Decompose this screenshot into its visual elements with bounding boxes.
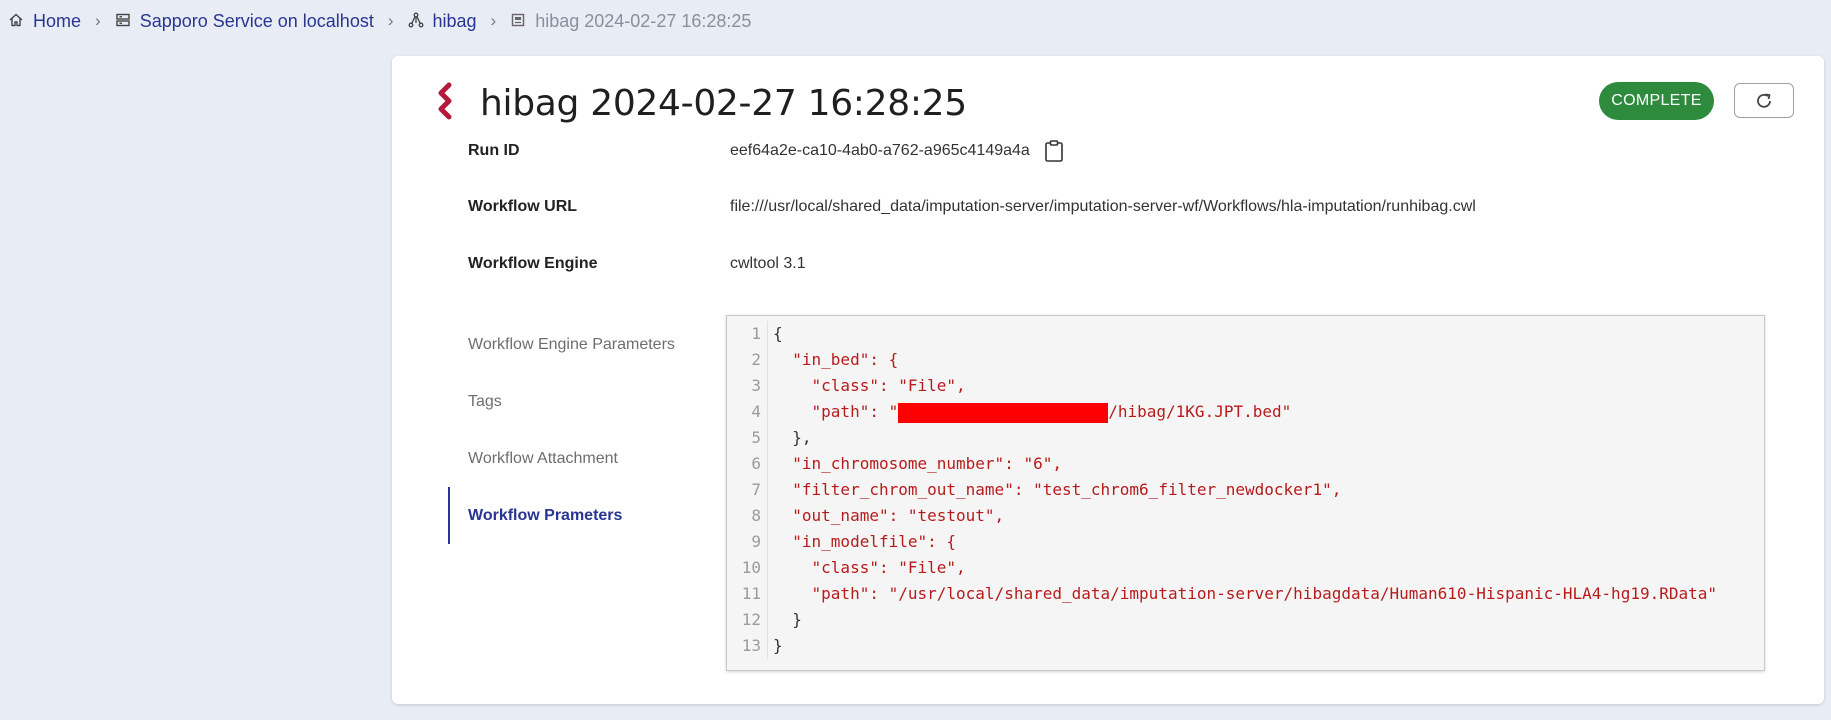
tab-tags[interactable]: Tags — [448, 373, 698, 430]
code-line: 12 } — [727, 607, 1764, 633]
breadcrumb: Home › Sapporo Service on localhost › hi… — [8, 10, 751, 32]
run-icon — [510, 12, 528, 30]
code-text: /hibag/1KG.JPT.bed" — [1108, 402, 1292, 421]
breadcrumb-home[interactable]: Home — [8, 11, 81, 32]
line-number: 3 — [727, 373, 768, 399]
line-number: 2 — [727, 347, 768, 373]
code-line: 7 "filter_chrom_out_name": "test_chrom6_… — [727, 477, 1764, 503]
line-number: 1 — [727, 321, 768, 347]
code-line: 5 }, — [727, 425, 1764, 451]
code-line: 9 "in_modelfile": { — [727, 529, 1764, 555]
code-line: 6 "in_chromosome_number": "6", — [727, 451, 1764, 477]
code-text: "class": "File", — [773, 558, 966, 577]
page-title: hibag 2024-02-27 16:28:25 — [480, 82, 967, 124]
parameter-tabs: Workflow Engine Parameters Tags Workflow… — [448, 316, 698, 544]
code-text: "class": "File", — [773, 376, 966, 395]
code-line: 3 "class": "File", — [727, 373, 1764, 399]
line-number: 7 — [727, 477, 768, 503]
breadcrumb-service[interactable]: Sapporo Service on localhost — [115, 11, 374, 32]
code-text: "out_name": "testout", — [773, 506, 1005, 525]
code-text: "path": " — [773, 402, 899, 421]
line-number: 13 — [727, 633, 768, 659]
refresh-button[interactable] — [1734, 83, 1794, 118]
code-text: "filter_chrom_out_name": "test_chrom6_fi… — [773, 480, 1342, 499]
run-id-row: Run ID eef64a2e-ca10-4ab0-a762-a965c4149… — [468, 138, 1065, 164]
workflow-engine-row: Workflow Engine cwltool 3.1 — [468, 251, 806, 277]
breadcrumb-run-label: hibag 2024-02-27 16:28:25 — [535, 10, 752, 31]
breadcrumb-separator: › — [95, 11, 101, 30]
run-id-label: Run ID — [468, 142, 520, 159]
tab-workflow-parameters[interactable]: Workflow Prameters — [448, 487, 698, 544]
workflow-parameters-code-viewer[interactable]: 1{ 2 "in_bed": { 3 "class": "File", 4 "p… — [726, 315, 1765, 671]
line-number: 4 — [727, 399, 768, 425]
code-text: } — [773, 636, 783, 655]
workflow-engine-value: cwltool 3.1 — [730, 255, 806, 272]
title-row: hibag 2024-02-27 16:28:25 — [432, 78, 967, 128]
run-id-value: eef64a2e-ca10-4ab0-a762-a965c4149a4a — [730, 142, 1030, 159]
redaction-block — [898, 402, 1109, 423]
line-number: 8 — [727, 503, 768, 529]
code-line: 2 "in_bed": { — [727, 347, 1764, 373]
run-detail-card: hibag 2024-02-27 16:28:25 COMPLETE Run I… — [392, 56, 1824, 704]
breadcrumb-separator: › — [490, 11, 497, 30]
workflow-engine-label: Workflow Engine — [468, 255, 598, 272]
code-line: 4 "path": " /hibag/1KG.JPT.bed" — [727, 399, 1764, 425]
tab-workflow-attachment[interactable]: Workflow Attachment — [448, 430, 698, 487]
line-number: 10 — [727, 555, 768, 581]
breadcrumb-service-label: Sapporo Service on localhost — [139, 10, 374, 31]
code-text: "in_modelfile": { — [773, 532, 957, 551]
code-text: "in_chromosome_number": "6", — [773, 454, 1062, 473]
breadcrumb-run: hibag 2024-02-27 16:28:25 — [510, 11, 751, 32]
workflow-icon — [408, 12, 426, 30]
code-line: 11 "path": "/usr/local/shared_data/imput… — [727, 581, 1764, 607]
tab-workflow-engine-parameters[interactable]: Workflow Engine Parameters — [448, 316, 698, 373]
status-badge: COMPLETE — [1599, 82, 1714, 120]
code-line: 13} — [727, 633, 1764, 659]
line-number: 12 — [727, 607, 768, 633]
line-number: 5 — [727, 425, 768, 451]
line-number: 11 — [727, 581, 768, 607]
code-text: { — [773, 324, 783, 343]
server-icon — [115, 12, 133, 30]
breadcrumb-home-label: Home — [33, 10, 82, 31]
breadcrumb-workflow[interactable]: hibag — [408, 11, 477, 32]
code-text: "path": "/usr/local/shared_data/imputati… — [773, 584, 1718, 603]
clipboard-icon[interactable] — [1043, 139, 1065, 163]
cwl-logo-icon — [438, 82, 452, 120]
home-icon — [8, 12, 26, 30]
code-text: "in_bed": { — [773, 350, 899, 369]
breadcrumb-separator: › — [387, 11, 394, 30]
code-line: 10 "class": "File", — [727, 555, 1764, 581]
workflow-url-label: Workflow URL — [468, 198, 578, 215]
breadcrumb-workflow-label: hibag — [432, 10, 477, 31]
refresh-icon — [1757, 93, 1771, 108]
code-line: 8 "out_name": "testout", — [727, 503, 1764, 529]
line-number: 6 — [727, 451, 768, 477]
code-line: 1{ — [727, 321, 1764, 347]
workflow-url-value: file:///usr/local/shared_data/imputation… — [730, 198, 1476, 215]
line-number: 9 — [727, 529, 768, 555]
workflow-url-row: Workflow URL file:///usr/local/shared_da… — [468, 194, 1476, 220]
code-text: } — [773, 610, 802, 629]
code-text: }, — [773, 428, 812, 447]
